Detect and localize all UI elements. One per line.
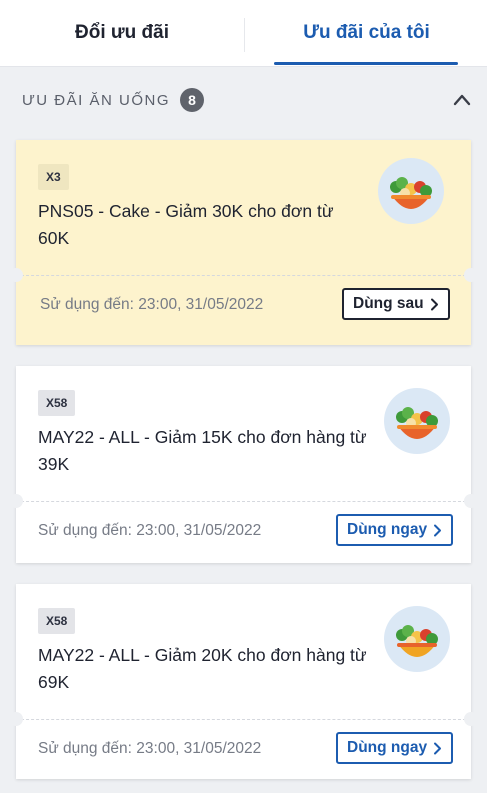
voucher-title: MAY22 - ALL - Giảm 15K cho đơn hàng từ 3…: [38, 427, 367, 474]
ticket-notch: [9, 268, 23, 282]
ticket-notch: [9, 494, 23, 508]
quantity-tag: X3: [38, 164, 69, 190]
voucher-card[interactable]: X58 MAY22 - ALL - Giảm 20K cho đơn hàng …: [9, 584, 478, 779]
button-label: Dùng ngay: [347, 739, 428, 756]
active-tab-indicator: [274, 62, 458, 65]
tab-bar: Đổi ưu đãi Ưu đãi của tôi: [0, 0, 487, 67]
section-title: ƯU ĐÃI ĂN UỐNG: [22, 91, 170, 109]
voucher-title: PNS05 - Cake - Giảm 30K cho đơn từ 60K: [38, 201, 334, 248]
chevron-right-icon: [434, 524, 442, 536]
expiry-text: Sử dụng đến: 23:00, 31/05/2022: [38, 740, 262, 757]
ticket-notch: [9, 712, 23, 726]
chevron-right-icon: [434, 742, 442, 754]
section-header[interactable]: ƯU ĐÃI ĂN UỐNG 8: [22, 86, 472, 114]
tab-divider: [244, 18, 245, 52]
voucher-title: MAY22 - ALL - Giảm 20K cho đơn hàng từ 6…: [38, 645, 367, 692]
button-label: Dùng ngay: [347, 521, 428, 538]
tab-uu-dai-cua-toi[interactable]: Ưu đãi của tôi: [246, 0, 487, 66]
ticket-notch: [464, 494, 478, 508]
button-label: Dùng sau: [353, 295, 424, 312]
count-badge: 8: [180, 88, 204, 112]
dashed-divider: [16, 275, 471, 276]
dashed-divider: [16, 501, 471, 502]
dashed-divider: [16, 719, 471, 720]
chevron-right-icon: [430, 298, 438, 310]
use-now-button[interactable]: Dùng ngay: [336, 732, 454, 764]
food-bowl-icon: [384, 606, 450, 672]
use-now-button[interactable]: Dùng ngay: [336, 514, 454, 546]
expiry-text: Sử dụng đến: 23:00, 31/05/2022: [38, 522, 262, 539]
quantity-tag: X58: [38, 608, 76, 634]
food-bowl-icon: [384, 388, 450, 454]
voucher-card[interactable]: X58 MAY22 - ALL - Giảm 15K cho đơn hàng …: [9, 366, 478, 563]
use-later-button[interactable]: Dùng sau: [342, 288, 450, 320]
voucher-card[interactable]: X3 PNS05 - Cake - Giảm 30K cho đơn từ 60…: [9, 140, 478, 345]
quantity-tag: X58: [38, 390, 76, 416]
expiry-text: Sử dụng đến: 23:00, 31/05/2022: [40, 296, 264, 313]
tab-doi-uu-dai[interactable]: Đổi ưu đãi: [0, 0, 244, 66]
chevron-up-icon[interactable]: [452, 90, 472, 110]
ticket-notch: [464, 268, 478, 282]
food-bowl-icon: [378, 158, 444, 224]
ticket-notch: [464, 712, 478, 726]
